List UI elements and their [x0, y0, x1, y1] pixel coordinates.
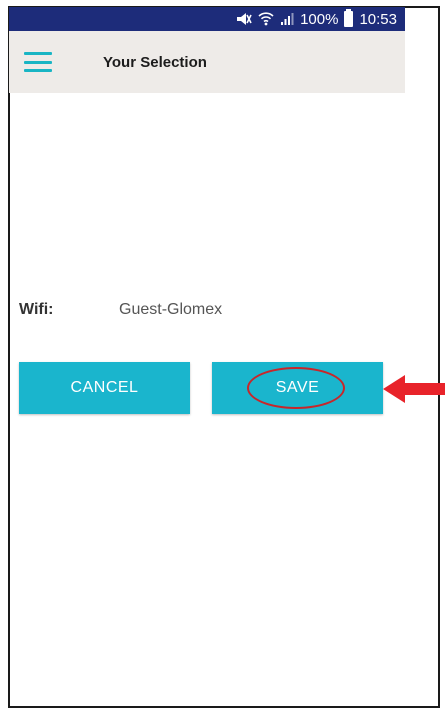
battery-icon	[344, 7, 354, 31]
wifi-label: Wifi:	[19, 301, 54, 318]
pointer-arrow-icon	[383, 375, 445, 403]
app-bar: Your Selection	[9, 31, 405, 93]
wifi-value: Guest-Glomex	[119, 301, 223, 318]
mute-icon	[236, 7, 252, 31]
save-button[interactable]: SAVE	[212, 362, 383, 414]
battery-percent: 100%	[300, 10, 339, 28]
signal-icon	[280, 7, 294, 31]
page-title: Your Selection	[103, 53, 207, 71]
clock: 10:53	[359, 10, 397, 28]
phone-frame	[8, 6, 440, 708]
hamburger-menu-icon[interactable]	[24, 52, 52, 72]
status-bar: 100% 10:53	[9, 7, 405, 31]
wifi-row: Wifi: Guest-Glomex	[19, 301, 222, 319]
wifi-icon	[258, 7, 274, 31]
cancel-button[interactable]: CANCEL	[19, 362, 190, 414]
